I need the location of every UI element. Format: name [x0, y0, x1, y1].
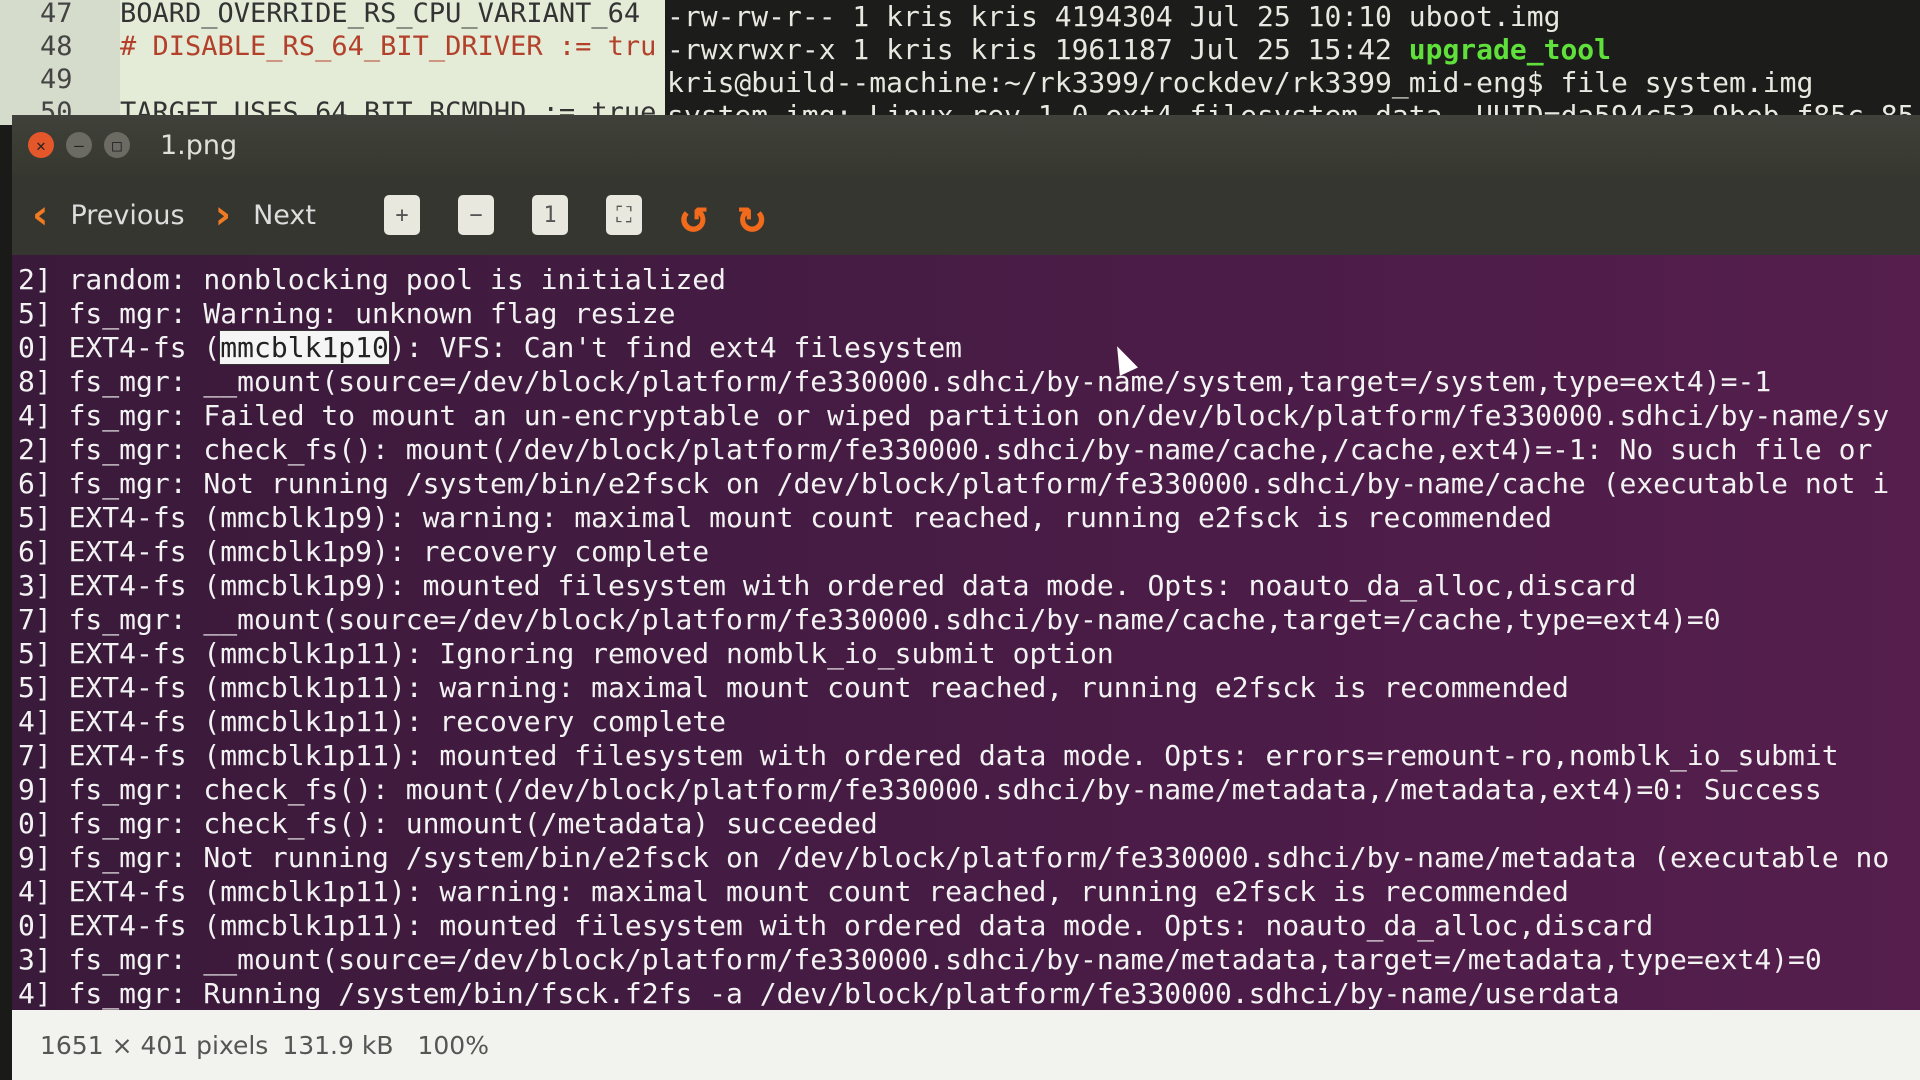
log-line: 5] fs_mgr: Warning: unknown flag resize: [18, 297, 676, 330]
editor-line: 49: [0, 64, 120, 98]
log-line: 7] EXT4-fs (mmcblk1p11): mounted filesys…: [18, 739, 1839, 772]
terminal-background: -rw-rw-r-- 1 kris kris 4194304 Jul 25 10…: [665, 0, 1920, 125]
log-line: 2] random: nonblocking pool is initializ…: [18, 263, 727, 296]
close-icon[interactable]: ✕: [28, 132, 54, 158]
log-line: 5] EXT4-fs (mmcblk1p11): warning: maxima…: [18, 671, 1569, 704]
fit-icon[interactable]: ⛶: [605, 195, 642, 235]
rotate-right-icon[interactable]: ↻: [738, 188, 766, 242]
chevron-left-icon: ‹: [32, 192, 49, 238]
next-label: Next: [253, 199, 316, 231]
log-line: 0] EXT4-fs (mmcblk1p11): mounted filesys…: [18, 909, 1654, 942]
image-viewer-window: ✕ – □ 1.png ‹ Previous › Next + − 1 ⛶ ↺ ↻ …: [12, 115, 1920, 1080]
next-button[interactable]: › Next: [215, 192, 316, 238]
line-text: # DISABLE_RS_64_BIT_DRIVER := tru: [120, 31, 657, 62]
rotate-left-icon[interactable]: ↺: [680, 188, 708, 242]
log-text: ): VFS: Can't find ext4 filesystem: [388, 331, 963, 364]
original-size-icon[interactable]: 1: [531, 195, 568, 235]
status-bar: 1651 × 401 pixels 131.9 kB 100%: [12, 1010, 1920, 1080]
log-line: 4] EXT4-fs (mmcblk1p11): warning: maxima…: [18, 875, 1569, 908]
toolbar: ‹ Previous › Next + − 1 ⛶ ↺ ↻: [12, 175, 1920, 255]
zoom-in-icon[interactable]: +: [383, 195, 420, 235]
previous-label: Previous: [70, 199, 185, 231]
maximize-icon[interactable]: □: [104, 132, 130, 158]
terminal-line-text: -rwxrwxr-x 1 kris kris 1961187 Jul 25 15…: [667, 33, 1409, 66]
executable-file-name: upgrade_tool: [1408, 33, 1612, 66]
window-title: 1.png: [160, 129, 238, 161]
log-line: 9] fs_mgr: check_fs(): mount(/dev/block/…: [18, 773, 1822, 806]
line-number: 49: [40, 64, 73, 95]
editor-line: 48 # DISABLE_RS_64_BIT_DRIVER := tru: [0, 31, 656, 65]
title-bar: ✕ – □ 1.png: [12, 115, 1920, 175]
minimize-icon[interactable]: –: [66, 132, 92, 158]
log-line: 5] EXT4-fs (mmcblk1p9): warning: maximal…: [18, 501, 1553, 534]
log-text: 0] EXT4-fs (: [18, 331, 221, 364]
log-line: 3] fs_mgr: __mount(source=/dev/block/pla…: [18, 943, 1822, 976]
log-line: 4] EXT4-fs (mmcblk1p11): recovery comple…: [18, 705, 727, 738]
log-line: 4] fs_mgr: Failed to mount an un-encrypt…: [18, 399, 1890, 432]
chevron-right-icon: ›: [214, 192, 232, 238]
log-line: 8] fs_mgr: __mount(source=/dev/block/pla…: [18, 365, 1772, 398]
log-line: 6] EXT4-fs (mmcblk1p9): recovery complet…: [18, 535, 710, 568]
terminal-line: -rwxrwxr-x 1 kris kris 1961187 Jul 25 15…: [665, 33, 1920, 66]
editor-line: 47 BOARD_OVERRIDE_RS_CPU_VARIANT_64: [0, 0, 640, 32]
log-line: 9] fs_mgr: Not running /system/bin/e2fsc…: [18, 841, 1890, 874]
log-line: 0] fs_mgr: check_fs(): unmount(/metadata…: [18, 807, 878, 840]
log-line: 0] EXT4-fs (mmcblk1p10): VFS: Can't find…: [12, 330, 1920, 365]
log-line: 4] fs_mgr: Running /system/bin/fsck.f2fs…: [18, 977, 1620, 1010]
previous-button[interactable]: ‹ Previous: [32, 192, 185, 238]
text-editor-background: 47 BOARD_OVERRIDE_RS_CPU_VARIANT_64 48 # DI…: [0, 0, 665, 125]
zoom-out-icon[interactable]: −: [457, 195, 494, 235]
terminal-line: kris@build--machine:~/rk3399/rockdev/rk3…: [667, 66, 1814, 99]
log-line: 5] EXT4-fs (mmcblk1p11): Ignoring remove…: [18, 637, 1114, 670]
log-line: 7] fs_mgr: __mount(source=/dev/block/pla…: [18, 603, 1721, 636]
selected-text[interactable]: mmcblk1p10: [219, 330, 390, 365]
image-dimensions: 1651 × 401 pixels: [40, 1030, 269, 1060]
zoom-level: 100%: [417, 1030, 489, 1060]
log-line: 6] fs_mgr: Not running /system/bin/e2fsc…: [18, 467, 1890, 500]
log-line: 2] fs_mgr: check_fs(): mount(/dev/block/…: [18, 433, 1873, 466]
line-text: BOARD_OVERRIDE_RS_CPU_VARIANT_64: [120, 0, 641, 29]
line-number: 47: [40, 0, 73, 29]
terminal-line: -rw-rw-r-- 1 kris kris 4194304 Jul 25 10…: [667, 0, 1561, 33]
image-canvas: 2] random: nonblocking pool is initializ…: [12, 255, 1920, 1010]
file-size: 131.9 kB: [282, 1030, 394, 1060]
log-line: 3] EXT4-fs (mmcblk1p9): mounted filesyst…: [18, 569, 1637, 602]
line-number: 48: [40, 31, 73, 62]
